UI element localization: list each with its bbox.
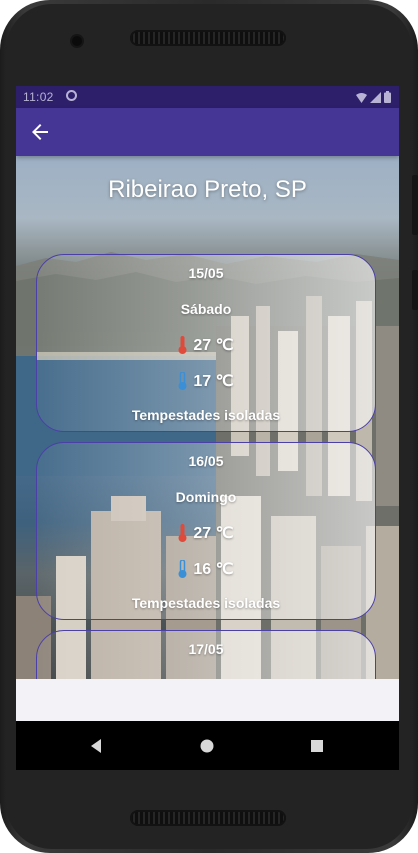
forecast-date: 17/05 xyxy=(188,641,224,657)
forecast-list[interactable]: Ribeirao Preto, SP 15/05 Sábado 27 ℃ 17 … xyxy=(16,156,399,679)
system-navigation-bar xyxy=(16,721,399,770)
forecast-max-temp: 27 ℃ xyxy=(37,335,375,355)
max-temp-value: 27 ℃ xyxy=(193,525,234,542)
wifi-icon xyxy=(356,93,367,103)
forecast-date: 15/05 xyxy=(188,265,224,281)
thermometer-cold-icon xyxy=(178,560,187,578)
forecast-min-temp: 16 ℃ xyxy=(37,559,375,579)
phone-frame: 11:02 Ribeirao Preto, SP 15/05 Sábado 27… xyxy=(0,0,418,853)
forecast-min-temp: 17 ℃ xyxy=(37,371,375,391)
forecast-weekday: Domingo xyxy=(175,489,237,505)
forecast-condition: Tempestades isoladas xyxy=(131,407,281,423)
battery-icon xyxy=(384,91,391,103)
home-circle-icon[interactable] xyxy=(198,737,216,755)
forecast-date: 16/05 xyxy=(188,453,224,469)
app-bar xyxy=(16,108,399,156)
recents-square-icon[interactable] xyxy=(308,737,326,755)
notification-icon xyxy=(66,90,77,101)
thermometer-hot-icon xyxy=(178,336,187,354)
arrow-left-icon[interactable] xyxy=(28,120,52,144)
max-temp-value: 27 ℃ xyxy=(193,337,234,354)
thermometer-cold-icon xyxy=(178,372,187,390)
forecast-max-temp: 27 ℃ xyxy=(37,523,375,543)
volume-button xyxy=(412,175,418,235)
signal-icon xyxy=(370,92,381,103)
bottom-speaker xyxy=(130,810,286,826)
min-temp-value: 17 ℃ xyxy=(193,373,234,390)
earpiece-speaker xyxy=(130,30,286,46)
forecast-card[interactable]: 16/05 Domingo 27 ℃ 16 ℃ Tempestades isol… xyxy=(36,442,376,620)
device-screen: 11:02 Ribeirao Preto, SP 15/05 Sábado 27… xyxy=(16,86,399,770)
status-bar: 11:02 xyxy=(16,86,399,108)
forecast-card[interactable]: 15/05 Sábado 27 ℃ 17 ℃ Tempestades isola… xyxy=(36,254,376,432)
forecast-card[interactable]: 17/05 xyxy=(36,630,376,679)
status-time: 11:02 xyxy=(23,90,54,104)
back-triangle-icon[interactable] xyxy=(88,737,106,755)
city-title: Ribeirao Preto, SP xyxy=(108,176,307,203)
forecast-weekday: Sábado xyxy=(180,301,232,317)
min-temp-value: 16 ℃ xyxy=(193,561,234,578)
status-icons xyxy=(356,91,391,103)
thermometer-hot-icon xyxy=(178,524,187,542)
front-camera xyxy=(72,36,82,46)
power-button xyxy=(412,270,418,310)
bottom-area xyxy=(16,679,399,721)
forecast-condition: Tempestades isoladas xyxy=(131,595,281,611)
